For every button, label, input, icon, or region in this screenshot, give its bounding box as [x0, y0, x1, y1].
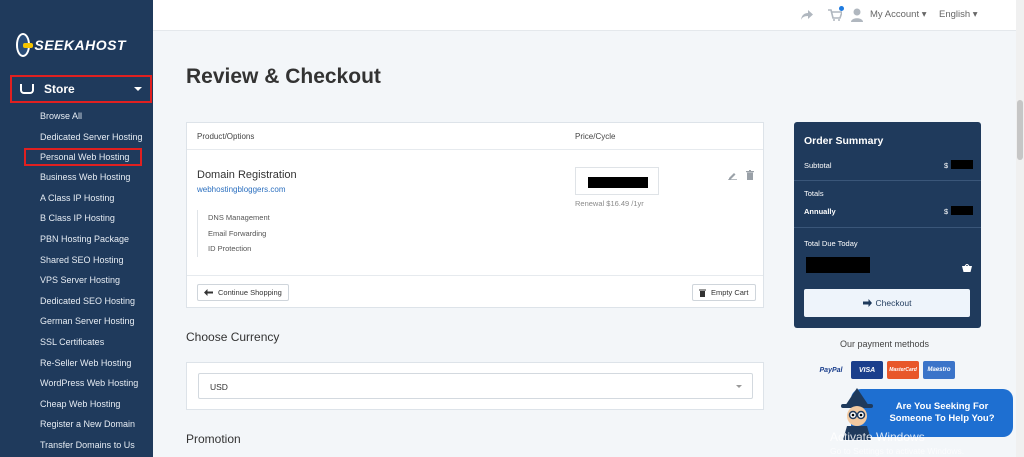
cart-badge-dot	[839, 6, 844, 11]
chevron-down-icon	[736, 385, 742, 388]
chat-line-1: Are You Seeking For	[895, 401, 989, 412]
chat-line-2: Someone To Help You?	[889, 413, 995, 424]
arrow-right-icon	[862, 299, 872, 307]
sidebar-item-shared-seo-hosting[interactable]: Shared SEO Hosting	[24, 250, 144, 271]
user-icon	[851, 8, 863, 22]
sidebar-item-ssl-certificates[interactable]: SSL Certificates	[24, 332, 144, 353]
sidebar-item-dedicated-seo-hosting[interactable]: Dedicated SEO Hosting	[24, 291, 144, 312]
page-scrollbar[interactable]	[1016, 0, 1024, 457]
arrow-left-icon	[204, 289, 213, 296]
store-submenu: Browse All Dedicated Server Hosting Pers…	[24, 106, 144, 456]
windows-activation-watermark: Activate Windows Go to Settings to activ…	[830, 430, 964, 456]
promotion-heading: Promotion	[186, 432, 241, 446]
subtotal-value: $	[944, 161, 949, 170]
sidebar-item-wordpress-web-hosting[interactable]: WordPress Web Hosting	[24, 373, 144, 394]
addon-item: DNS Management	[208, 213, 270, 222]
language-label: English	[939, 9, 971, 20]
payment-methods-title: Our payment methods	[840, 339, 930, 349]
payment-logos: PayPal VISA MasterCard Maestro	[815, 361, 955, 379]
sidebar-item-a-class-ip-hosting[interactable]: A Class IP Hosting	[24, 188, 144, 209]
order-summary-title: Order Summary	[804, 135, 884, 147]
sidebar: SEEKAHOST Store Browse All Dedicated Ser…	[0, 0, 153, 457]
currency-select[interactable]: USD	[198, 373, 753, 399]
divider	[794, 227, 981, 228]
my-account-menu[interactable]: My Account ▾	[870, 9, 927, 20]
cart-panel: Product/Options Price/Cycle Domain Regis…	[186, 122, 764, 308]
redacted-price	[588, 177, 648, 188]
sidebar-item-b-class-ip-hosting[interactable]: B Class IP Hosting	[24, 208, 144, 229]
top-bar: My Account ▾ English ▾	[153, 0, 1024, 31]
logo[interactable]: SEEKAHOST	[16, 30, 126, 60]
addon-item: ID Protection	[208, 244, 252, 253]
sidebar-item-browse-all[interactable]: Browse All	[24, 106, 144, 127]
sidebar-item-register-new-domain[interactable]: Register a New Domain	[24, 414, 144, 435]
sidebar-item-german-server-hosting[interactable]: German Server Hosting	[24, 311, 144, 332]
redacted-total-due	[806, 257, 870, 273]
basket-icon	[962, 264, 972, 272]
page-title: Review & Checkout	[186, 65, 381, 88]
sidebar-item-business-web-hosting[interactable]: Business Web Hosting	[24, 167, 144, 188]
sidebar-item-pbn-hosting-package[interactable]: PBN Hosting Package	[24, 229, 144, 250]
totals-label: Totals	[804, 189, 824, 198]
sidebar-item-dedicated-server-hosting[interactable]: Dedicated Server Hosting	[24, 127, 144, 148]
sidebar-item-reseller-web-hosting[interactable]: Re-Seller Web Hosting	[24, 353, 144, 374]
divider	[794, 180, 981, 181]
continue-shopping-label: Continue Shopping	[218, 288, 282, 297]
trash-icon[interactable]	[746, 170, 754, 180]
price-column-header: Price/Cycle	[575, 132, 616, 141]
empty-cart-label: Empty Cart	[711, 288, 749, 297]
addon-list: DNS Management Email Forwarding ID Prote…	[197, 210, 270, 257]
my-account-label: My Account	[870, 9, 920, 20]
watermark-line-2: Go to Settings to activate Windows.	[830, 446, 965, 456]
annually-value: $	[944, 207, 949, 216]
cart-header: Product/Options Price/Cycle	[187, 123, 763, 150]
addon-item: Email Forwarding	[208, 228, 267, 238]
currency-selected-value: USD	[210, 382, 228, 392]
sidebar-item-vps-server-hosting[interactable]: VPS Server Hosting	[24, 270, 144, 291]
currency-panel: USD	[186, 362, 764, 410]
edit-icon[interactable]	[728, 172, 737, 180]
total-due-label: Total Due Today	[804, 239, 858, 248]
mastercard-logo: MasterCard	[887, 361, 919, 379]
maestro-logo: Maestro	[923, 361, 955, 379]
choose-currency-heading: Choose Currency	[186, 330, 280, 344]
scrollbar-thumb[interactable]	[1017, 100, 1023, 160]
sidebar-item-transfer-domains[interactable]: Transfer Domains to Us	[24, 435, 144, 456]
watermark-line-1: Activate Windows	[830, 430, 925, 444]
cart-footer: Continue Shopping Empty Cart	[187, 275, 763, 308]
product-domain-link[interactable]: webhostingbloggers.com	[197, 185, 286, 194]
redacted-subtotal	[951, 160, 973, 169]
basket-icon	[20, 84, 34, 94]
logo-text: SEEKAHOST	[34, 37, 126, 53]
renewal-price: Renewal $16.49 /1yr	[575, 199, 644, 208]
product-column-header: Product/Options	[197, 132, 255, 141]
redacted-annual	[951, 206, 973, 215]
checkout-label: Checkout	[875, 298, 912, 308]
visa-logo: VISA	[851, 361, 883, 379]
store-label: Store	[44, 82, 75, 96]
checkout-button[interactable]: Checkout	[804, 289, 970, 317]
continue-shopping-button[interactable]: Continue Shopping	[197, 284, 289, 301]
caret-down-icon	[134, 87, 142, 91]
trash-icon	[699, 289, 706, 297]
annually-label: Annually	[804, 207, 836, 216]
empty-cart-button[interactable]: Empty Cart	[692, 284, 756, 301]
logo-mascot-icon	[16, 33, 34, 57]
price-box	[575, 167, 659, 195]
language-menu[interactable]: English ▾	[939, 9, 978, 20]
product-name: Domain Registration	[197, 169, 297, 181]
share-icon[interactable]	[801, 10, 813, 20]
sidebar-item-cheap-web-hosting[interactable]: Cheap Web Hosting	[24, 394, 144, 415]
paypal-logo: PayPal	[819, 366, 843, 374]
sidebar-item-personal-web-hosting[interactable]: Personal Web Hosting	[24, 148, 142, 167]
sidebar-store-menu[interactable]: Store	[10, 75, 152, 103]
order-summary-panel: Order Summary Subtotal $ Totals Annually…	[794, 122, 981, 328]
subtotal-label: Subtotal	[804, 161, 832, 170]
